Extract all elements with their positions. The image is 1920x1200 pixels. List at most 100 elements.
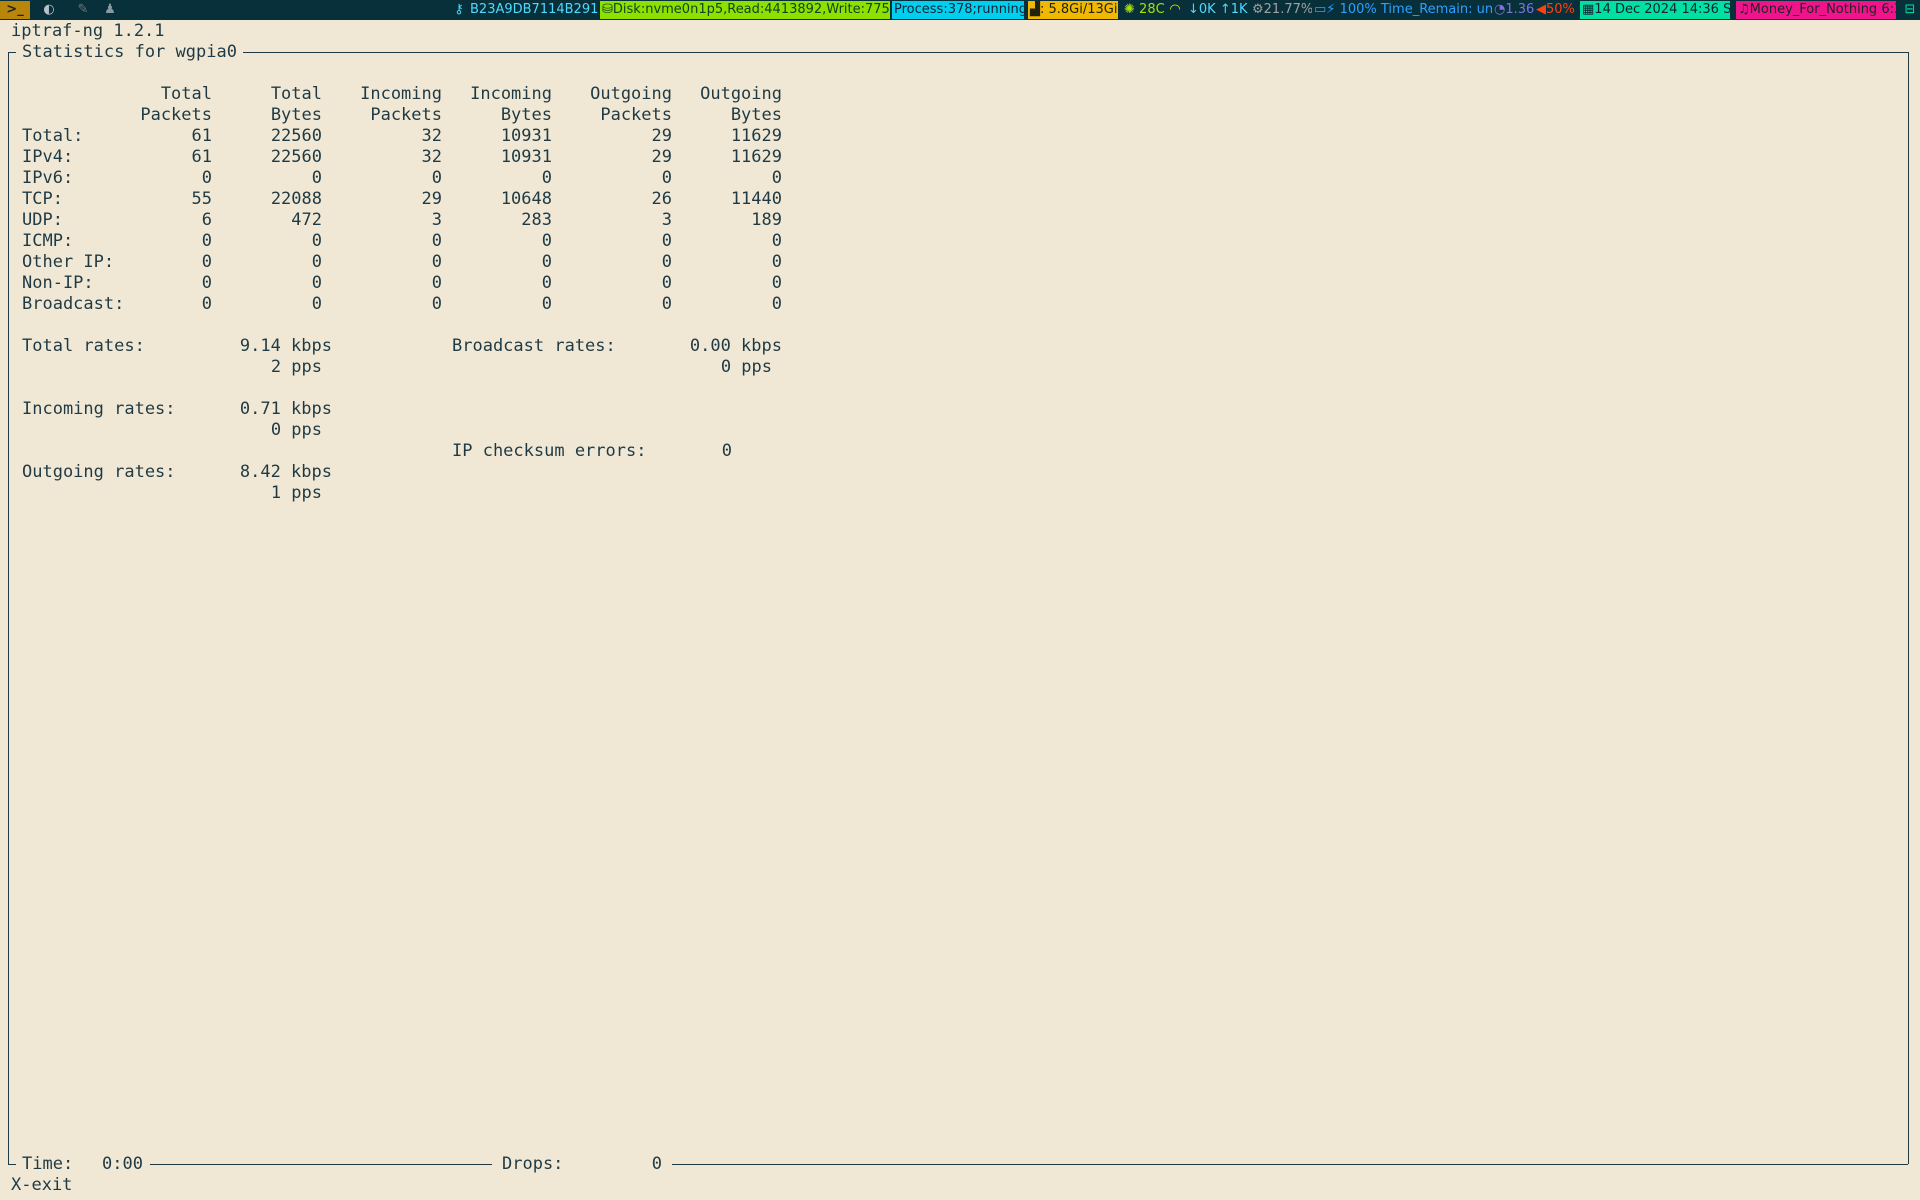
cpu-label: 21.77% xyxy=(1263,2,1312,17)
table-cell: 6 xyxy=(201,210,212,230)
status-bar: >_ ◐ ✎ ♟ ⚷ B23A9DB7114B2915 ⛁Disk:nvme0n… xyxy=(0,0,1920,20)
disk-widget: ⛁Disk:nvme0n1p5,Read:4413892,Write:77523… xyxy=(600,1,890,19)
table-cell: 29 xyxy=(651,147,672,167)
header-total-bytes-2: Bytes xyxy=(270,105,322,125)
broadcast-rates-label: Broadcast rates: xyxy=(452,336,616,356)
table-cell: 32 xyxy=(421,147,442,167)
table-cell: 0 xyxy=(661,273,672,293)
row-label: UDP: xyxy=(22,210,63,230)
key-label: B23A9DB7114B2915 xyxy=(470,2,598,17)
table-cell: 10648 xyxy=(500,189,552,209)
row-label: Total: xyxy=(22,126,84,146)
battery-icon: ▭ xyxy=(1314,2,1327,17)
table-cell: 0 xyxy=(201,273,212,293)
drops-value: 0 xyxy=(651,1154,662,1174)
volume-widget[interactable]: ◀50% xyxy=(1534,1,1578,19)
table-cell: 0 xyxy=(311,231,322,251)
table-cell: 0 xyxy=(311,273,322,293)
frame-bottom-right xyxy=(672,1164,1908,1165)
table-cell: 0 xyxy=(311,252,322,272)
table-cell: 26 xyxy=(651,189,672,209)
incoming-rates-label: Incoming rates: xyxy=(22,399,176,419)
frame-right xyxy=(1908,52,1909,1164)
table-cell: 0 xyxy=(541,294,552,314)
table-cell: 0 xyxy=(431,252,442,272)
table-cell: 22088 xyxy=(270,189,322,209)
frame-top-right xyxy=(243,52,1908,53)
table-cell: 32 xyxy=(421,126,442,146)
checksum-errors-value: 0 xyxy=(721,441,732,461)
table-cell: 0 xyxy=(661,168,672,188)
table-cell: 22560 xyxy=(270,126,322,146)
music-label: Money_For_Nothing 6:39 xyxy=(1749,2,1896,17)
load-label: 1.36 xyxy=(1505,2,1534,17)
row-label: ICMP: xyxy=(22,231,74,251)
gear-icon: ⚙ xyxy=(1252,2,1264,17)
network-widget: ↓0K ↑1K xyxy=(1186,1,1250,19)
table-cell: 10931 xyxy=(500,147,552,167)
total-rates-pps: 2 pps xyxy=(270,357,322,377)
row-label: IPv6: xyxy=(22,168,74,188)
frame-bottom-mid xyxy=(150,1164,492,1165)
editor-icon[interactable]: ✎ xyxy=(75,0,91,20)
table-cell: 283 xyxy=(521,210,552,230)
header-total-packets-2: Packets xyxy=(140,105,212,125)
table-cell: 0 xyxy=(431,168,442,188)
table-cell: 0 xyxy=(661,294,672,314)
table-cell: 0 xyxy=(431,294,442,314)
table-cell: 22560 xyxy=(270,147,322,167)
app-title: iptraf-ng 1.2.1 xyxy=(11,21,165,41)
music-note-icon: ♫ xyxy=(1738,2,1750,17)
row-label: Non-IP: xyxy=(22,273,94,293)
terminal-icon[interactable]: >_ xyxy=(0,1,30,19)
incoming-rates-kbps: 0.71 kbps xyxy=(239,399,332,419)
table-cell: 11629 xyxy=(730,126,782,146)
battery-label: 100% Time_Remain: until xyxy=(1339,2,1492,17)
checksum-errors-label: IP checksum errors: xyxy=(452,441,647,461)
gauge-icon: ◔ xyxy=(1494,2,1506,17)
header-incoming-bytes-2: Bytes xyxy=(500,105,552,125)
table-cell: 0 xyxy=(771,273,782,293)
time-label: Time: xyxy=(22,1154,74,1174)
penguin-icon[interactable]: ♟ xyxy=(102,0,118,20)
cpu-temp-icon: ✺ xyxy=(1124,2,1135,17)
row-label: Other IP: xyxy=(22,252,115,272)
table-cell: 0 xyxy=(201,168,212,188)
calendar-icon: ▦ xyxy=(1582,2,1595,17)
wifi-icon: ◠ xyxy=(1169,2,1181,17)
table-cell: 11440 xyxy=(730,189,782,209)
table-cell: 0 xyxy=(661,231,672,251)
load-widget: ◔1.36 xyxy=(1492,1,1534,19)
exit-hint[interactable]: X-exit xyxy=(11,1175,72,1196)
table-cell: 0 xyxy=(201,252,212,272)
memory-label: : 5.8Gi/13Gi xyxy=(1040,2,1118,17)
broadcast-rates-pps: 0 pps xyxy=(720,357,772,377)
table-cell: 10931 xyxy=(500,126,552,146)
process-widget: Process:378;running:2 xyxy=(892,1,1024,19)
header-total-packets: Total xyxy=(160,84,212,104)
net-down-label: 0K xyxy=(1198,2,1216,17)
header-outgoing-bytes-2: Bytes xyxy=(730,105,782,125)
memory-widget: ▟: 5.8Gi/13Gi xyxy=(1028,1,1118,19)
table-cell: 55 xyxy=(191,189,212,209)
table-cell: 0 xyxy=(771,252,782,272)
table-cell: 0 xyxy=(201,294,212,314)
music-widget[interactable]: ♫Money_For_Nothing 6:39 xyxy=(1736,1,1896,19)
temp-label: 28C xyxy=(1139,2,1165,17)
outgoing-rates-pps: 1 pps xyxy=(270,483,322,503)
table-cell: 0 xyxy=(201,231,212,251)
datetime-widget: ▦14 Dec 2024 14:36 Sat xyxy=(1580,1,1730,19)
header-outgoing-packets: Outgoing xyxy=(590,84,672,104)
table-cell: 0 xyxy=(771,294,782,314)
total-rates-label: Total rates: xyxy=(22,336,145,356)
table-cell: 0 xyxy=(541,231,552,251)
firefox-icon[interactable]: ◐ xyxy=(40,0,58,20)
table-cell: 0 xyxy=(311,294,322,314)
broadcast-rates-kbps: 0.00 kbps xyxy=(689,336,782,356)
table-cell: 3 xyxy=(431,210,442,230)
speaker-icon: ◀ xyxy=(1536,2,1546,17)
header-outgoing-bytes: Outgoing xyxy=(700,84,782,104)
table-cell: 61 xyxy=(191,126,212,146)
lock-icon: ⊟ xyxy=(1904,2,1916,17)
battery-widget: ▭⚡ 100% Time_Remain: until xyxy=(1312,1,1492,19)
